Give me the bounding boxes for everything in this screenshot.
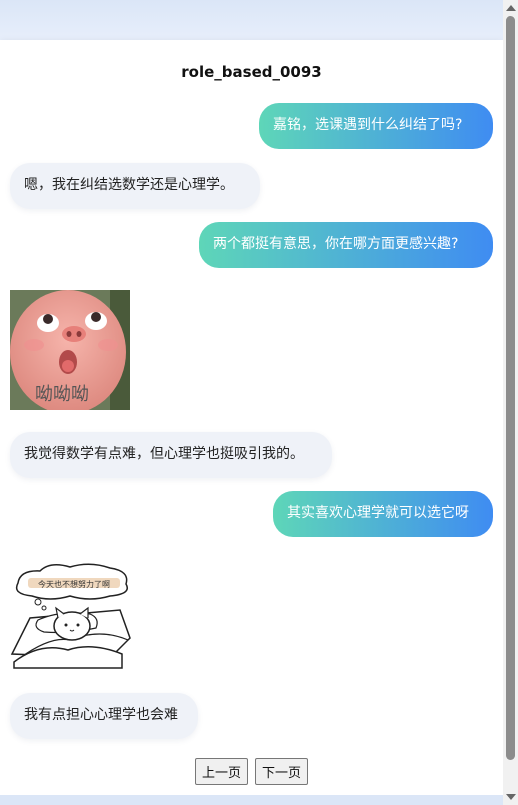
sticker-caption: 呦呦呦 xyxy=(35,384,89,405)
window-bottom-strip xyxy=(0,795,503,805)
message-bubble-sent: 两个都挺有意思，你在哪方面更感兴趣? xyxy=(199,222,493,268)
pagination: 上一页 下一页 xyxy=(0,758,503,785)
chat-card xyxy=(0,40,503,795)
message-bubble-received: 我有点担心心理学也会难 xyxy=(10,693,198,739)
message-bubble-received: 嗯，我在纠结选数学还是心理学。 xyxy=(10,163,260,209)
pig-face-sticker: 呦呦呦 xyxy=(10,290,130,410)
prev-page-button[interactable]: 上一页 xyxy=(194,758,248,785)
scroll-down-arrow-icon[interactable] xyxy=(506,794,516,800)
scrollbar-thumb[interactable] xyxy=(506,16,515,760)
message-bubble-sent: 嘉铭，选课遇到什么纠结了吗? xyxy=(259,103,493,149)
message-bubble-received: 我觉得数学有点难，但心理学也挺吸引我的。 xyxy=(10,432,332,478)
pig-face-icon: 呦呦呦 xyxy=(10,290,130,410)
window-top-strip xyxy=(0,0,503,40)
scroll-up-arrow-icon[interactable] xyxy=(506,5,516,11)
page-title: role_based_0093 xyxy=(181,63,322,81)
sleeping-cat-sticker: 今天也不想努力了啊 xyxy=(10,558,132,670)
sticker-caption: 今天也不想努力了啊 xyxy=(38,579,110,589)
sleeping-cat-icon: 今天也不想努力了啊 xyxy=(10,558,132,670)
vertical-scrollbar[interactable] xyxy=(503,0,518,805)
message-bubble-sent: 其实喜欢心理学就可以选它呀 xyxy=(273,491,493,537)
next-page-button[interactable]: 下一页 xyxy=(255,758,309,785)
